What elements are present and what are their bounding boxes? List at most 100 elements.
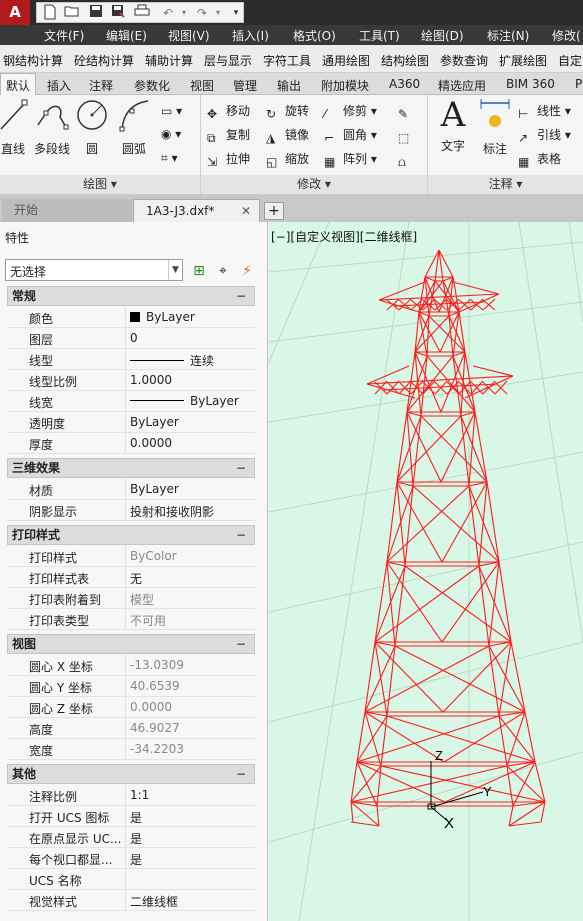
start-tab[interactable]: 开始 xyxy=(2,199,132,222)
prop-row-thickness[interactable]: 厚度 0.0000 xyxy=(7,433,255,454)
scale-tool[interactable]: ◱ 缩放 xyxy=(266,149,309,169)
selection-dropdown[interactable]: 无选择 ▼ xyxy=(5,259,183,281)
toolbar-text-tools[interactable]: 字符工具 xyxy=(263,52,311,69)
tab-output[interactable]: 输出 xyxy=(277,77,301,94)
category-plot-style[interactable]: 打印样式 − xyxy=(7,525,255,545)
toolbar-structure-draw[interactable]: 结构绘图 xyxy=(381,52,429,69)
drawing-viewport[interactable]: Z Y X [−][自定义视图][二维线框] xyxy=(269,222,583,921)
prop-row-ucs-name[interactable]: UCS 名称 xyxy=(7,869,255,890)
move-tool[interactable]: ✥ 移动 xyxy=(207,101,250,121)
prop-row-plottable[interactable]: 打印样式表无 xyxy=(7,567,255,588)
new-icon[interactable] xyxy=(41,4,59,22)
tab-insert[interactable]: 插入 xyxy=(47,77,71,94)
text-tool[interactable]: A 文字 xyxy=(432,97,474,154)
close-icon[interactable]: ✕ xyxy=(241,200,251,223)
application-menu-button[interactable]: A xyxy=(0,0,30,25)
prop-row-transparency[interactable]: 透明度 ByLayer xyxy=(7,412,255,433)
prop-row-width[interactable]: 宽度 -34.2203 xyxy=(7,739,255,760)
viewport-controls-label[interactable]: [−][自定义视图][二维线框] xyxy=(271,228,417,245)
menu-modify[interactable]: 修改( xyxy=(552,27,581,44)
toolbar-concrete-calc[interactable]: 砼结构计算 xyxy=(74,52,134,69)
collapse-icon[interactable]: − xyxy=(236,287,246,305)
dimension-tool[interactable]: 标注 xyxy=(474,97,516,157)
tab-bim360[interactable]: BIM 360 xyxy=(506,77,555,91)
tab-default[interactable]: 默认 xyxy=(0,73,37,95)
chevron-down-icon[interactable]: ▼ xyxy=(168,260,182,280)
open-icon[interactable] xyxy=(63,4,81,22)
category-view[interactable]: 视图 − xyxy=(7,634,255,654)
customize-dropdown-icon[interactable]: ▾ xyxy=(227,4,245,22)
prop-row-ucs-icon[interactable]: 打开 UCS 图标是 xyxy=(7,806,255,827)
rectangle-tool[interactable]: ▭ ▾ xyxy=(161,101,182,121)
prop-row-anno-scale[interactable]: 注释比例 1:1 xyxy=(7,785,255,806)
toolbar-layer-display[interactable]: 层与显示 xyxy=(204,52,252,69)
file-tab[interactable]: 1A3-J3.dxf* ✕ xyxy=(133,199,260,222)
prop-row-ucs-per-viewport[interactable]: 每个视口都显... 是 xyxy=(7,848,255,869)
tab-annotate[interactable]: 注释 xyxy=(89,77,113,94)
toolbar-general-draw[interactable]: 通用绘图 xyxy=(322,52,370,69)
leader-tool[interactable]: ↗ 引线 ▾ xyxy=(518,125,571,145)
prop-row-plotstyle[interactable]: 打印样式 ByColor xyxy=(7,546,255,567)
prop-row-plot-attached[interactable]: 打印表附着到 模型 xyxy=(7,588,255,609)
draw-panel-title[interactable]: 绘图 ▾ xyxy=(0,175,200,194)
menu-edit[interactable]: 编辑(E) xyxy=(106,27,147,44)
tab-addins[interactable]: 附加模块 xyxy=(321,77,369,94)
menu-format[interactable]: 格式(O) xyxy=(293,27,336,44)
tab-a360[interactable]: A360 xyxy=(389,77,420,91)
undo-dropdown-icon[interactable]: ▾ xyxy=(175,4,193,22)
select-objects-icon[interactable]: ⌖ xyxy=(214,262,232,280)
quick-select-icon[interactable]: ⚡ xyxy=(238,262,256,280)
prop-row-layer[interactable]: 图层 0 xyxy=(7,328,255,349)
redo-dropdown-icon[interactable]: ▾ xyxy=(209,4,227,22)
prop-row-plot-tabletype[interactable]: 打印表类型 不可用 xyxy=(7,609,255,630)
linear-dim-tool[interactable]: ⊢ 线性 ▾ xyxy=(518,101,571,121)
menu-dimension[interactable]: 标注(N) xyxy=(487,27,529,44)
transmission-tower-wireframe[interactable] xyxy=(350,249,546,827)
prop-row-ltscale[interactable]: 线型比例 1.0000 xyxy=(7,370,255,391)
stretch-tool[interactable]: ⇲ 拉伸 xyxy=(207,149,250,169)
toggle-pickadd-icon[interactable]: ⊞ xyxy=(190,262,208,280)
prop-row-ucs-origin[interactable]: 在原点显示 UC... 是 xyxy=(7,827,255,848)
line-tool[interactable]: 直线 xyxy=(0,97,34,157)
table-tool[interactable]: ▦ 表格 xyxy=(518,149,561,169)
toolbar-aux-calc[interactable]: 辅助计算 xyxy=(145,52,193,69)
array-tool[interactable]: ▦ 阵列 ▾ xyxy=(324,149,377,169)
menu-file[interactable]: 文件(F) xyxy=(44,27,84,44)
category-misc[interactable]: 其他 − xyxy=(7,764,255,784)
toolbar-custom[interactable]: 自定 xyxy=(558,52,582,69)
collapse-icon[interactable]: − xyxy=(236,459,246,477)
print-icon[interactable] xyxy=(133,4,151,22)
save-as-icon[interactable] xyxy=(109,4,127,22)
explode-tool[interactable]: ⬚ xyxy=(398,125,417,145)
trim-tool[interactable]: ⁄ 修剪 ▾ xyxy=(324,101,377,121)
hatch-tool[interactable]: ◉ ▾ xyxy=(161,124,181,144)
prop-row-center-y[interactable]: 圆心 Y 坐标 40.6539 xyxy=(7,676,255,697)
tab-parametric[interactable]: 参数化 xyxy=(134,77,170,94)
menu-insert[interactable]: 插入(I) xyxy=(232,27,269,44)
prop-row-lineweight[interactable]: 线宽 ByLayer xyxy=(7,391,255,412)
tab-view[interactable]: 视图 xyxy=(190,77,214,94)
new-tab-button[interactable]: + xyxy=(264,202,284,220)
annotation-panel-title[interactable]: 注释 ▾ xyxy=(428,175,583,194)
save-icon[interactable] xyxy=(87,4,105,22)
prop-row-height[interactable]: 高度 46.9027 xyxy=(7,718,255,739)
prop-row-center-z[interactable]: 圆心 Z 坐标 0.0000 xyxy=(7,697,255,718)
tab-featured-apps[interactable]: 精选应用 xyxy=(438,77,486,94)
copy-tool[interactable]: ⧉ 复制 xyxy=(207,125,250,145)
circle-tool[interactable]: 圆 xyxy=(71,97,113,157)
category-general[interactable]: 常规 − xyxy=(7,286,255,306)
polyline-tool[interactable]: 多段线 xyxy=(31,97,73,157)
tab-more[interactable]: P xyxy=(575,77,582,91)
menu-view[interactable]: 视图(V) xyxy=(168,27,210,44)
toolbar-steel-calc[interactable]: 钢结构计算 xyxy=(3,52,63,69)
erase-tool[interactable]: ✎ xyxy=(398,101,417,121)
prop-row-visual-style[interactable]: 视觉样式 二维线框 xyxy=(7,890,255,911)
fillet-tool[interactable]: ⌐ 圆角 ▾ xyxy=(324,125,377,145)
prop-row-linetype[interactable]: 线型 连续 xyxy=(7,349,255,370)
collapse-icon[interactable]: − xyxy=(236,526,246,544)
tab-manage[interactable]: 管理 xyxy=(233,77,257,94)
offset-tool[interactable]: ⩍ xyxy=(398,149,417,169)
arc-tool[interactable]: 圆弧 xyxy=(113,97,155,157)
collapse-icon[interactable]: − xyxy=(236,765,246,783)
category-3d-effects[interactable]: 三维效果 − xyxy=(7,458,255,478)
